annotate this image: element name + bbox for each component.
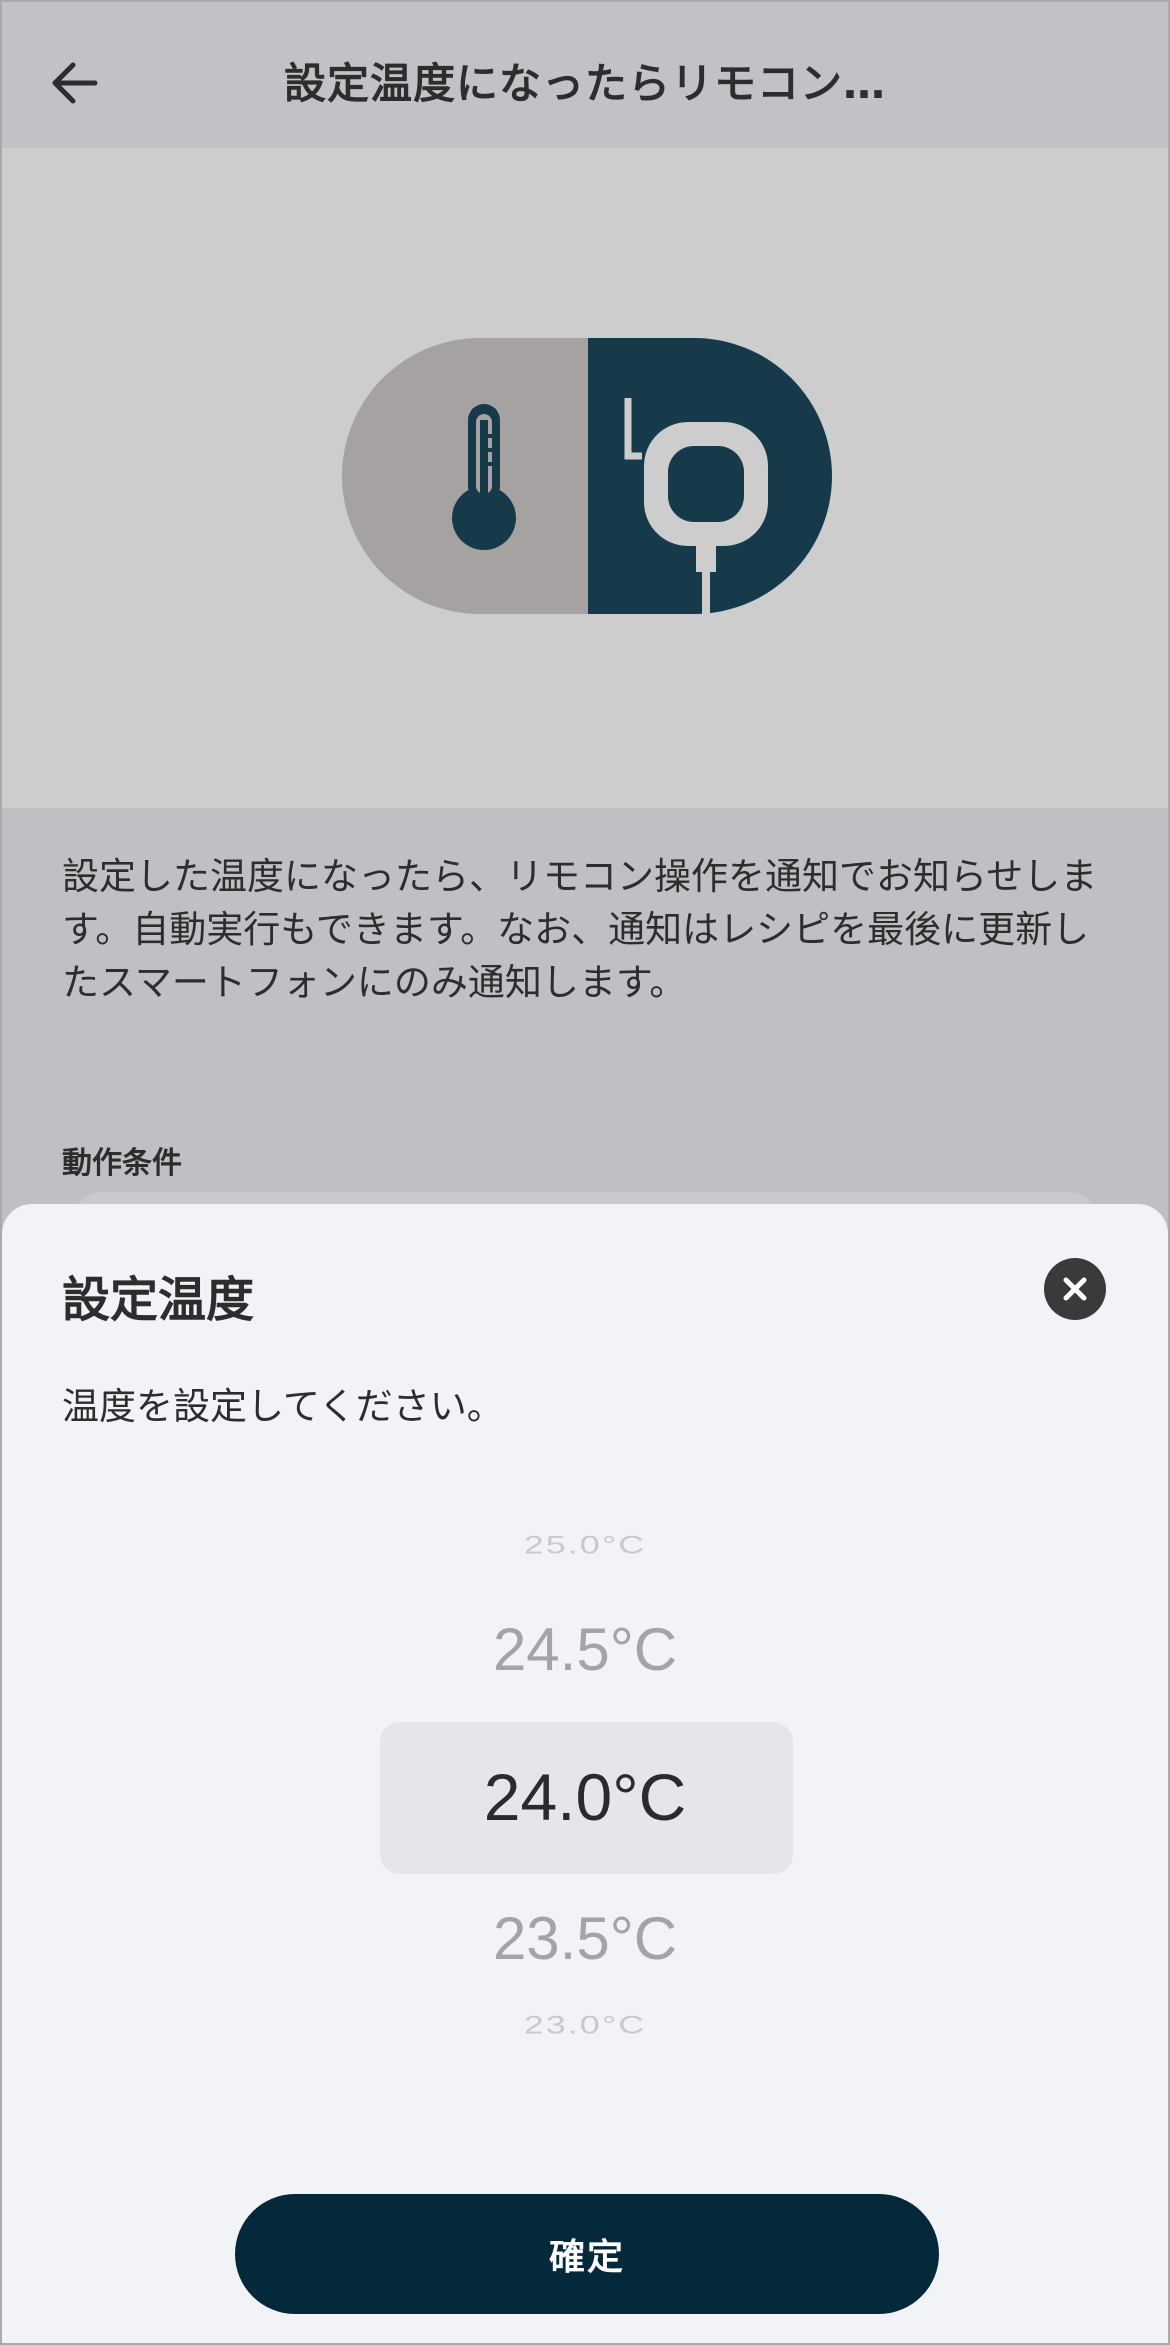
- recipe-illustration: [342, 338, 832, 614]
- screen: 設定温度になったらリモコン… 設定した温度になったら、リモコン操作を通知でお知ら…: [0, 0, 1170, 2345]
- picker-option[interactable]: 24.5°C: [2, 1615, 1168, 1684]
- app-header: 設定温度になったらリモコン…: [2, 2, 1168, 148]
- temperature-picker[interactable]: 25.0°C 24.5°C 24.0°C 23.5°C 23.0°C: [2, 1204, 1168, 2343]
- page-title: 設定温度になったらリモコン…: [283, 59, 886, 108]
- picker-option[interactable]: 23.0°C: [2, 2010, 1168, 2039]
- hero-banner: [2, 148, 1168, 808]
- picker-option[interactable]: 23.5°C: [2, 1904, 1168, 1973]
- arrow-left-icon: [52, 62, 98, 104]
- picker-option[interactable]: 25.0°C: [2, 1530, 1168, 1559]
- picker-option-selected[interactable]: 24.0°C: [2, 1759, 1168, 1835]
- confirm-button[interactable]: 確定: [235, 2194, 939, 2314]
- section-label-conditions: 動作条件: [62, 1146, 182, 1181]
- recipe-description: 設定した温度になったら、リモコン操作を通知でお知らせします。自動実行もできます。…: [62, 855, 1098, 1004]
- temperature-bottom-sheet: 設定温度 温度を設定してください。 25.0°C 24.5°C 24.0°C 2…: [2, 1204, 1168, 2343]
- back-button[interactable]: [40, 48, 110, 118]
